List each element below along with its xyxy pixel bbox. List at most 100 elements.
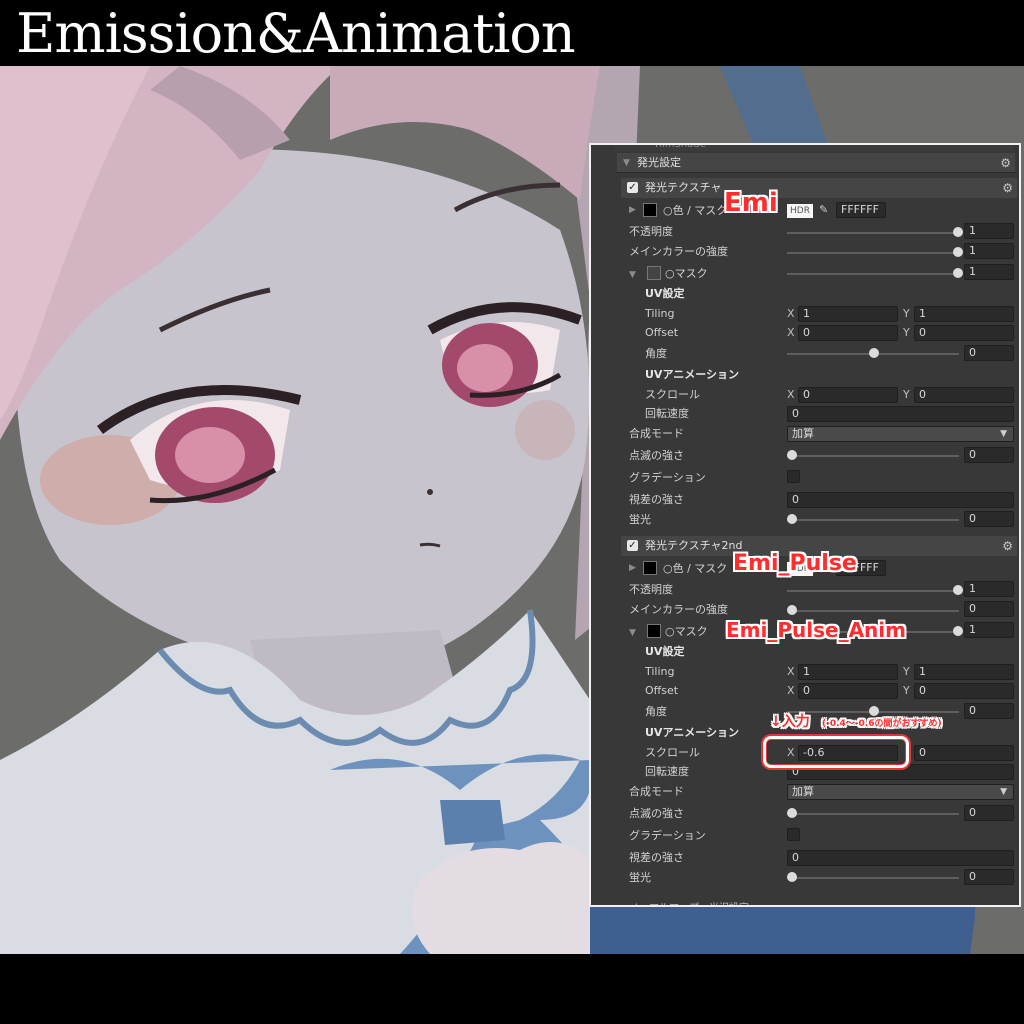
- emission2-rotation-label: 回転速度: [645, 765, 689, 778]
- emission2-tiling-y[interactable]: 1: [914, 664, 1014, 680]
- gear-icon[interactable]: ⚙: [1002, 178, 1013, 198]
- emission1-mask-slider[interactable]: [787, 273, 959, 275]
- slider-knob[interactable]: [787, 450, 797, 460]
- emission1-fluorescence-field[interactable]: 0: [964, 511, 1014, 527]
- emission2-blink-field[interactable]: 0: [964, 805, 1014, 821]
- emission2-blend-dropdown[interactable]: 加算 ▼: [787, 784, 1014, 800]
- emission1-tiling-y[interactable]: 1: [914, 306, 1014, 322]
- axis-x-label: X: [787, 307, 795, 320]
- emission2-mask-field[interactable]: 1: [964, 622, 1014, 638]
- emission1-opacity-slider[interactable]: [787, 232, 959, 234]
- slider-knob[interactable]: [869, 706, 879, 716]
- emission2-offset-y[interactable]: 0: [914, 683, 1014, 699]
- slider-knob[interactable]: [787, 872, 797, 882]
- emission1-angle-label: 角度: [645, 347, 667, 360]
- rimshade-header-cut[interactable]: RimShade: [615, 145, 1013, 151]
- emission2-title: 発光テクスチャ2nd: [645, 539, 743, 552]
- axis-y-label: Y: [903, 307, 910, 320]
- emission1-uv-settings-label: UV設定: [645, 287, 685, 300]
- emission2-blink-slider[interactable]: [787, 813, 959, 815]
- emission1-angle-field[interactable]: 0: [964, 345, 1014, 361]
- gear-icon[interactable]: ⚙: [1000, 153, 1011, 173]
- emission1-hex-field[interactable]: FFFFFF: [836, 202, 886, 218]
- emission1-header[interactable]: ✓ 発光テクスチャ ⚙: [621, 178, 1017, 198]
- foldout-down-icon[interactable]: ▼: [629, 628, 636, 638]
- emission2-opacity-label: 不透明度: [629, 583, 673, 596]
- emission1-mask-field[interactable]: 1: [964, 264, 1014, 280]
- emission2-mask-slot[interactable]: [647, 624, 661, 638]
- emission1-mask-slot[interactable]: [647, 266, 661, 280]
- slider-knob[interactable]: [953, 247, 963, 257]
- emission1-checkbox[interactable]: ✓: [627, 182, 638, 193]
- emission1-offset-y[interactable]: 0: [914, 325, 1014, 341]
- slider-knob[interactable]: [787, 605, 797, 615]
- emission2-opacity-slider[interactable]: [787, 590, 959, 592]
- slider-knob[interactable]: [953, 268, 963, 278]
- emission2-checkbox[interactable]: ✓: [627, 540, 638, 551]
- foldout-down-icon[interactable]: ▼: [623, 153, 630, 173]
- emission1-blend-dropdown[interactable]: 加算 ▼: [787, 426, 1014, 442]
- emission2-uv-anim-label: UVアニメーション: [645, 726, 740, 739]
- axis-y-label: Y: [903, 326, 910, 339]
- slider-knob[interactable]: [953, 227, 963, 237]
- emission1-main-color-field[interactable]: 1: [964, 243, 1014, 259]
- emission1-offset-x[interactable]: 0: [798, 325, 898, 341]
- emission2-color-mask-label: ○色 / マスク: [663, 562, 728, 575]
- emission1-scroll-y[interactable]: 0: [914, 387, 1014, 403]
- emission1-title: 発光テクスチャ: [645, 181, 722, 194]
- emission1-texture-slot[interactable]: [643, 203, 657, 217]
- slider-knob[interactable]: [787, 514, 797, 524]
- emission1-blink-slider[interactable]: [787, 455, 959, 457]
- gear-icon[interactable]: ⚙: [1002, 536, 1013, 556]
- emission1-parallax-field[interactable]: 0: [787, 492, 1014, 508]
- slider-knob[interactable]: [953, 626, 963, 636]
- bottom-bar: [0, 954, 1024, 1024]
- emission1-uv-anim-label: UVアニメーション: [645, 368, 740, 381]
- next-section-header-cut[interactable]: ノーマルマップ・光沢設定: [621, 899, 1017, 905]
- eyedropper-icon[interactable]: ✎: [819, 203, 828, 216]
- emission1-fluorescence-slider[interactable]: [787, 519, 959, 521]
- emission-section-header[interactable]: ▼ 発光設定 ⚙: [617, 153, 1015, 173]
- emission1-blink-field[interactable]: 0: [964, 447, 1014, 463]
- slider-knob[interactable]: [869, 348, 879, 358]
- emission2-gradation-checkbox[interactable]: [787, 828, 800, 841]
- slider-knob[interactable]: [953, 585, 963, 595]
- emission1-blink-label: 点滅の強さ: [629, 449, 684, 462]
- emission1-tiling-x[interactable]: 1: [798, 306, 898, 322]
- emission1-opacity-field[interactable]: 1: [964, 223, 1014, 239]
- emission2-mask-label: ○マスク: [665, 625, 708, 638]
- emission2-fluorescence-label: 蛍光: [629, 871, 651, 884]
- emission2-fluorescence-slider[interactable]: [787, 877, 959, 879]
- emission1-hdr-color[interactable]: HDR: [787, 204, 813, 218]
- emission1-tiling-label: Tiling: [645, 307, 675, 320]
- chevron-down-icon: ▼: [1000, 787, 1007, 797]
- emission2-parallax-field[interactable]: 0: [787, 850, 1014, 866]
- emission2-tiling-x[interactable]: 1: [798, 664, 898, 680]
- dropdown-value: 加算: [792, 785, 814, 798]
- foldout-right-icon[interactable]: ▶: [629, 563, 636, 573]
- axis-y-label: Y: [903, 388, 910, 401]
- emission1-rotation-label: 回転速度: [645, 407, 689, 420]
- foldout-down-icon[interactable]: ▼: [629, 270, 636, 280]
- emission2-offset-x[interactable]: 0: [798, 683, 898, 699]
- emission2-scroll-y[interactable]: 0: [914, 745, 1014, 761]
- emission1-rotation-field[interactable]: 0: [787, 406, 1014, 422]
- callout-emi-pulse-anim: Emi_Pulse_Anim: [726, 618, 906, 642]
- emission2-offset-label: Offset: [645, 684, 679, 697]
- emission1-gradation-checkbox[interactable]: [787, 470, 800, 483]
- emission2-texture-slot[interactable]: [643, 561, 657, 575]
- emission1-scroll-x[interactable]: 0: [798, 387, 898, 403]
- emission2-main-color-slider[interactable]: [787, 610, 959, 612]
- foldout-right-icon[interactable]: ▶: [629, 205, 636, 215]
- emission1-main-color-label: メインカラーの強度: [629, 245, 728, 258]
- emission2-opacity-field[interactable]: 1: [964, 581, 1014, 597]
- slider-knob[interactable]: [787, 808, 797, 818]
- emission2-angle-field[interactable]: 0: [964, 703, 1014, 719]
- emission2-fluorescence-field[interactable]: 0: [964, 869, 1014, 885]
- emission2-parallax-label: 視差の強さ: [629, 851, 684, 864]
- emission1-parallax-label: 視差の強さ: [629, 493, 684, 506]
- material-inspector-panel[interactable]: RimShade ▼ 発光設定 ⚙ ✓ 発光テクスチャ ⚙ ▶ ○色 / マスク…: [589, 143, 1021, 907]
- chevron-down-icon: ▼: [1000, 429, 1007, 439]
- emission2-main-color-field[interactable]: 0: [964, 601, 1014, 617]
- emission1-main-color-slider[interactable]: [787, 252, 959, 254]
